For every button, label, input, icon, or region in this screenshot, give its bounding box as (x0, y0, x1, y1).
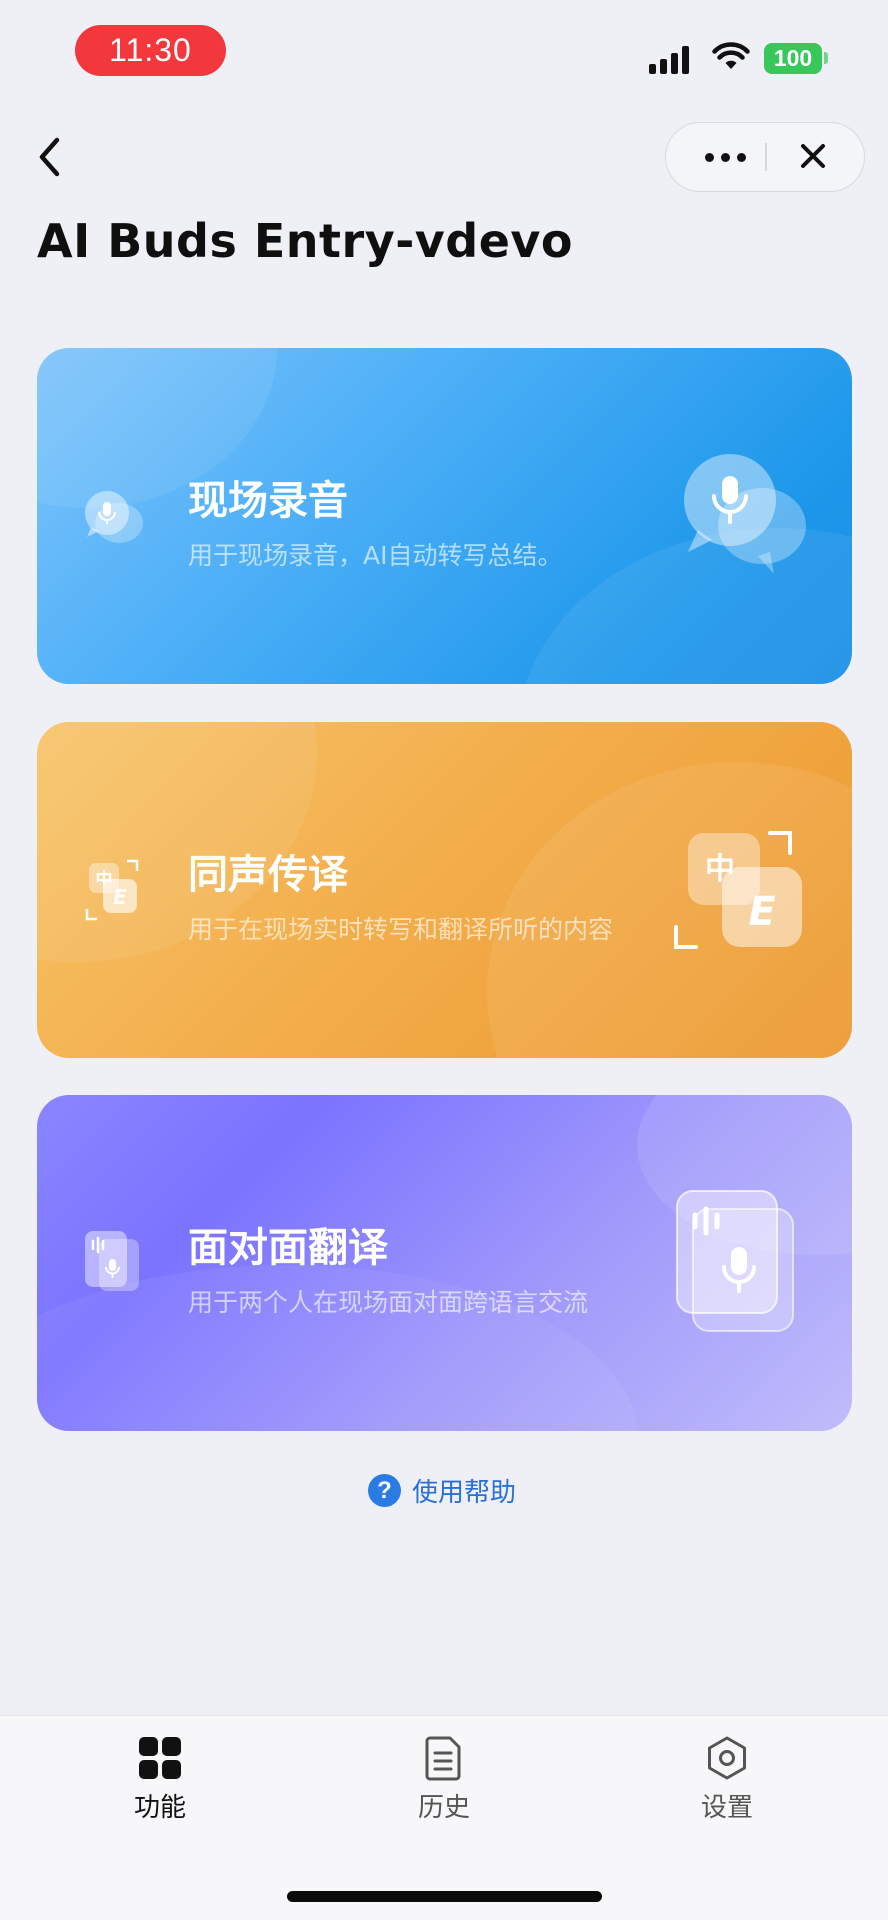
voice-cards-icon (676, 1190, 794, 1332)
svg-text:E: E (113, 885, 127, 909)
card-title: 现场录音 (188, 478, 348, 524)
help-label: 使用帮助 (412, 1477, 517, 1508)
card-title: 同声传译 (188, 852, 348, 898)
svg-text:E: E (748, 889, 775, 935)
microphone-chat-bubble-icon (684, 454, 806, 574)
status-time: 11:30 (75, 25, 226, 76)
question-circle-icon: ? (368, 1473, 401, 1507)
cellular-signal-icon (649, 44, 693, 74)
grid-icon (139, 1737, 181, 1779)
menu-capsule (665, 122, 865, 192)
card-description: 用于两个人在现场面对面跨语言交流 (188, 1288, 589, 1317)
card-face-to-face-translation[interactable]: 面对面翻译 用于两个人在现场面对面跨语言交流 (37, 1095, 852, 1431)
close-button[interactable] (778, 123, 848, 190)
tab-features[interactable]: 功能 (100, 1735, 220, 1825)
chinese-english-translate-icon: 中 E (674, 831, 802, 949)
close-icon (801, 144, 825, 168)
hexagon-settings-icon (708, 1736, 746, 1780)
tab-label: 设置 (700, 1793, 753, 1823)
page-title: AI Buds Entry-vdevo (37, 214, 573, 268)
card-simultaneous-interpretation[interactable]: 中 E 同声传译 用于在现场实时转写和翻译所听的内容 中 E (37, 722, 852, 1058)
status-bar: 11:30 100 (0, 0, 888, 100)
home-indicator (287, 1891, 602, 1902)
tab-settings[interactable]: 设置 (667, 1735, 787, 1825)
document-icon (425, 1736, 461, 1781)
card-description: 用于现场录音，AI自动转写总结。 (188, 541, 563, 570)
chinese-english-translate-icon: 中 E (85, 859, 139, 921)
battery-cap (824, 52, 828, 64)
wifi-icon (712, 42, 750, 69)
help-link[interactable]: ? 使用帮助 (368, 1470, 516, 1510)
battery-icon: 100 (764, 43, 822, 74)
capsule-divider (765, 143, 767, 171)
card-live-recording[interactable]: 现场录音 用于现场录音，AI自动转写总结。 (37, 348, 852, 684)
tab-history[interactable]: 历史 (384, 1735, 504, 1825)
tab-label: 功能 (133, 1793, 186, 1823)
chevron-left-icon (39, 137, 60, 177)
card-title: 面对面翻译 (188, 1225, 388, 1271)
more-button[interactable] (696, 123, 756, 190)
microphone-chat-bubble-icon (85, 491, 143, 543)
card-description: 用于在现场实时转写和翻译所听的内容 (188, 915, 614, 944)
voice-cards-icon (85, 1231, 139, 1291)
tab-label: 历史 (417, 1793, 470, 1823)
back-button[interactable] (30, 130, 74, 184)
